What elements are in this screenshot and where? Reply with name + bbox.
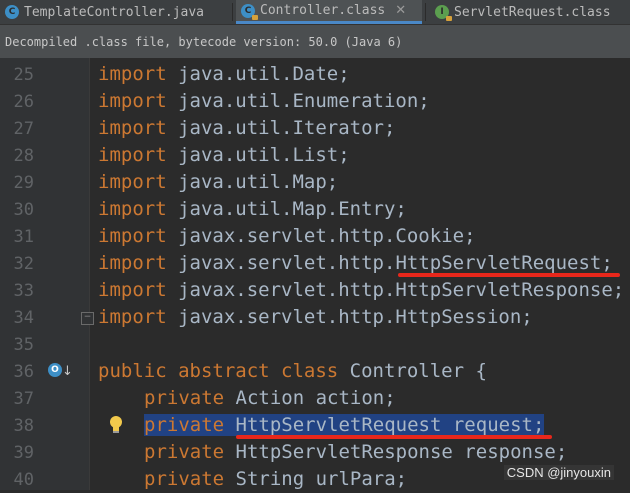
code-line: 37 private Action action; <box>0 385 630 412</box>
code-text: import javax.servlet.http.HttpServletRes… <box>98 279 624 301</box>
interface-icon: I <box>435 5 452 21</box>
code-line: 27 import java.util.Iterator; <box>0 115 630 142</box>
code-line: 30 import java.util.Map.Entry; <box>0 196 630 223</box>
code-text: import java.util.Map; <box>98 171 338 193</box>
highlighted-class-name: HttpServletRequest; <box>395 252 613 274</box>
code-text: import java.util.List; <box>98 144 350 166</box>
keyword: import <box>98 279 167 301</box>
code-line: 28 import java.util.List; <box>0 142 630 169</box>
code-rest: HttpServletRequest request; <box>235 414 545 436</box>
code-text: private String urlPara; <box>144 468 407 490</box>
code-text: import javax.servlet.http.HttpServletReq… <box>98 252 613 274</box>
line-number: 28 <box>13 146 34 166</box>
code-rest: java.util.Enumeration; <box>178 90 430 112</box>
line-number: 36 <box>13 362 34 382</box>
tab-divider <box>425 3 426 21</box>
code-rest: java.util.Map.Entry; <box>178 198 407 220</box>
code-rest: Action action; <box>235 387 396 409</box>
tab-label: TemplateController.java <box>24 4 205 20</box>
code-line: 29 import java.util.Map; <box>0 169 630 196</box>
line-number: 25 <box>13 65 34 85</box>
code-rest: java.util.Map; <box>178 171 339 193</box>
keyword: import <box>98 171 167 193</box>
tab-servletrequest-class[interactable]: I ServletRequest.class <box>430 0 630 24</box>
line-number: 31 <box>13 227 34 247</box>
line-number: 37 <box>13 389 34 409</box>
code-rest: javax.servlet.http. <box>178 252 396 274</box>
tab-label: ServletRequest.class <box>454 4 611 20</box>
code-text: private HttpServletResponse response; <box>144 441 567 463</box>
line-number: 39 <box>13 443 34 463</box>
code-rest: HttpServletResponse response; <box>235 441 568 463</box>
tab-controller-class[interactable]: C Controller.class ✕ <box>236 0 422 24</box>
code-text: import java.util.Map.Entry; <box>98 198 407 220</box>
code-text: import java.util.Enumeration; <box>98 90 430 112</box>
line-number: 33 <box>13 281 34 301</box>
keyword: import <box>98 306 167 328</box>
code-line: 33 import javax.servlet.http.HttpServlet… <box>0 277 630 304</box>
code-line: 26 import java.util.Enumeration; <box>0 88 630 115</box>
keyword: import <box>98 252 167 274</box>
code-line: 25 import java.util.Date; <box>0 61 630 88</box>
lightbulb-icon[interactable] <box>108 415 124 435</box>
keyword: private <box>144 468 225 490</box>
line-number: 27 <box>13 119 34 139</box>
tab-templatecontroller-java[interactable]: C TemplateController.java <box>0 0 232 24</box>
csdn-watermark: CSDN @jinyouxin <box>503 465 614 480</box>
code-line: 36 O ↓ public abstract class Controller … <box>0 358 630 385</box>
code-rest: javax.servlet.http.Cookie; <box>178 225 476 247</box>
editor-tab-bar: C TemplateController.java C Controller.c… <box>0 0 630 25</box>
code-text: import javax.servlet.http.HttpSession; <box>98 306 533 328</box>
line-number: 38 <box>13 416 34 436</box>
keyword: import <box>98 144 167 166</box>
line-number: 35 <box>13 335 34 355</box>
class-icon: C <box>5 5 19 19</box>
code-text: import javax.servlet.http.Cookie; <box>98 225 476 247</box>
banner-text: Decompiled .class file, bytecode version… <box>5 34 403 49</box>
keyword: import <box>98 225 167 247</box>
code-rest: java.util.Iterator; <box>178 117 396 139</box>
code-text: import java.util.Date; <box>98 63 350 85</box>
keyword: import <box>98 63 167 85</box>
fold-collapse-icon[interactable]: − <box>81 312 94 325</box>
code-line: 39 private HttpServletResponse response; <box>0 439 630 466</box>
line-number: 40 <box>13 470 34 490</box>
line-number: 26 <box>13 92 34 112</box>
code-rest: javax.servlet.http.HttpSession; <box>178 306 533 328</box>
keyword: import <box>98 90 167 112</box>
selected-code-text[interactable]: private HttpServletRequest request; <box>144 414 545 436</box>
code-rest: Controller { <box>349 360 487 382</box>
decompiled-banner: Decompiled .class file, bytecode version… <box>0 25 630 58</box>
code-line: 34 − import javax.servlet.http.HttpSessi… <box>0 304 630 331</box>
code-text: private Action action; <box>144 387 396 409</box>
line-number: 32 <box>13 254 34 274</box>
tab-label: Controller.class <box>260 3 386 18</box>
class-icon: C <box>241 3 258 20</box>
code-text: import java.util.Iterator; <box>98 117 395 139</box>
code-line: 35 <box>0 331 630 358</box>
code-line: 31 import javax.servlet.http.Cookie; <box>0 223 630 250</box>
code-line: 32 import javax.servlet.http.HttpServlet… <box>0 250 630 277</box>
keyword: import <box>98 198 167 220</box>
keyword: import <box>98 117 167 139</box>
line-number: 29 <box>13 173 34 193</box>
code-text: public abstract class Controller { <box>98 360 487 382</box>
code-rest: javax.servlet.http.HttpServletResponse; <box>178 279 625 301</box>
keyword: private <box>144 414 225 436</box>
keyword: private <box>144 441 225 463</box>
code-rest: java.util.List; <box>178 144 350 166</box>
tab-divider <box>232 3 233 21</box>
line-number: 30 <box>13 200 34 220</box>
close-icon[interactable]: ✕ <box>395 3 406 18</box>
code-rest: String urlPara; <box>235 468 408 490</box>
keyword: private <box>144 387 225 409</box>
arrow-down-icon[interactable]: ↓ <box>62 364 73 379</box>
keyword: public abstract class <box>98 360 339 382</box>
code-line: 38 private HttpServletRequest request; <box>0 412 630 439</box>
code-rest: java.util.Date; <box>178 63 350 85</box>
line-number: 34 <box>13 308 34 328</box>
implemented-override-icon[interactable]: O <box>48 363 62 377</box>
